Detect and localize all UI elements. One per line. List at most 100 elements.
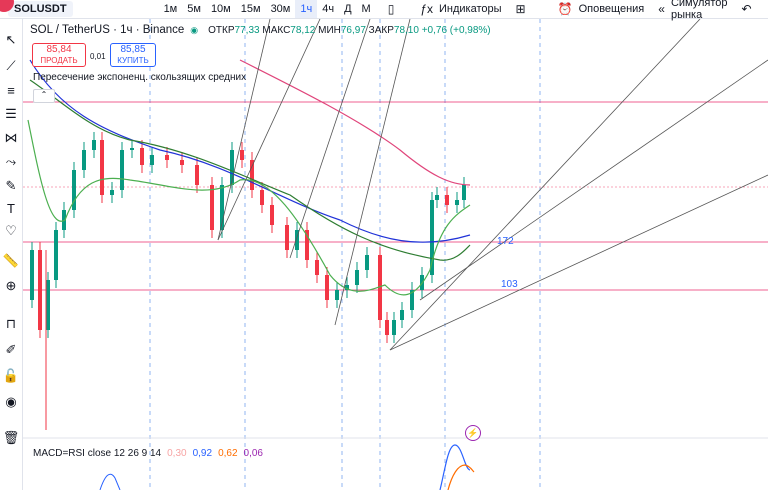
buy-button[interactable]: 85,85 КУПИТЬ	[110, 43, 156, 67]
level-label-upper: 172	[497, 236, 514, 247]
candle-body	[285, 225, 289, 250]
timeframe-day[interactable]: Д	[339, 0, 356, 18]
trend-line	[389, 19, 701, 351]
candle-body	[250, 160, 254, 190]
sell-label: ПРОДАТЬ	[40, 56, 78, 65]
indicators-icon: ƒx	[420, 2, 434, 16]
lightning-icon[interactable]: ⚡	[465, 425, 481, 441]
replay-label: Симулятор рынка	[670, 0, 728, 21]
ruler-icon[interactable]: 📏	[2, 252, 20, 270]
signal-line	[447, 464, 475, 490]
candle-body	[462, 185, 466, 200]
heart-icon[interactable]: ♡	[2, 222, 20, 240]
indicators-button[interactable]: ƒx Индикаторы	[420, 2, 501, 16]
candle-body	[82, 150, 86, 170]
symbol-search[interactable]: SOLUSDT	[8, 1, 73, 17]
trend-line	[289, 19, 371, 259]
open-label: ОТКР	[208, 24, 235, 36]
fib-icon[interactable]: ☰	[2, 105, 20, 123]
candle-body	[195, 165, 199, 185]
hlines-icon[interactable]: ≡	[2, 81, 20, 99]
timeframe-30m[interactable]: 30м	[266, 0, 296, 18]
candle-body	[355, 270, 359, 285]
candle-body	[325, 275, 329, 300]
spread-value: 0,01	[90, 52, 106, 61]
candle-body	[180, 160, 184, 165]
candle-body	[54, 230, 58, 280]
rewind-icon: «	[658, 2, 665, 16]
candle-body	[130, 148, 134, 150]
collapse-legend-button[interactable]: ⌃	[33, 89, 55, 103]
low-value: 76,97	[340, 24, 366, 36]
magnet-icon[interactable]: ⊓	[2, 315, 20, 333]
high-value: 78,12	[290, 24, 316, 36]
candle-body	[38, 250, 42, 330]
ma-line-blue	[29, 59, 471, 243]
timeframe-1h[interactable]: 1ч	[295, 0, 318, 18]
high-label: МАКС	[262, 24, 291, 36]
lock-drawing-icon[interactable]: ✐	[2, 341, 20, 359]
low-label: МИН	[318, 24, 341, 36]
candle-body	[260, 190, 264, 205]
text-icon[interactable]: T	[2, 199, 20, 217]
timeframe-1m[interactable]: 1м	[159, 0, 183, 18]
candle-body	[400, 310, 404, 320]
candle-body	[392, 320, 396, 335]
drawing-toolbar: ↖ ⟋ ≡ ☰ ⋈ ⤳ ✎ T ♡ 📏 ⊕ ⊓ ✐ 🔓 ◉ 🗑	[0, 19, 23, 490]
buy-label: КУПИТЬ	[117, 56, 149, 65]
trash-icon[interactable]: 🗑	[2, 429, 20, 447]
cursor-icon[interactable]: ↖	[2, 31, 20, 49]
candle-body	[270, 205, 274, 225]
candle-body	[210, 185, 214, 230]
indicators-label: Индикаторы	[439, 3, 502, 15]
candle-body	[385, 320, 389, 335]
level-label-lower: 103	[501, 279, 518, 290]
sell-price: 85,84	[46, 44, 72, 55]
candle-body	[435, 195, 439, 200]
close-label: ЗАКР	[368, 24, 394, 36]
candle-body	[240, 150, 244, 160]
candle-body	[120, 150, 124, 190]
grid-icon: ⊞	[515, 2, 526, 16]
prediction-icon[interactable]: ⤳	[2, 153, 20, 171]
ma-line-pink	[239, 59, 471, 186]
zoom-in-icon[interactable]: ⊕	[2, 277, 20, 295]
lock-icon[interactable]: 🔓	[2, 367, 20, 385]
candle-body	[46, 280, 50, 330]
eye-icon[interactable]: ◉	[2, 393, 20, 411]
timeframe-15m[interactable]: 15м	[236, 0, 266, 18]
chart-type-button[interactable]: ▯	[388, 2, 401, 16]
candle-body	[30, 250, 34, 300]
alarm-icon: ⏰	[557, 2, 573, 16]
candle-body	[445, 195, 449, 205]
timeframe-month[interactable]: М	[357, 0, 376, 18]
layouts-button[interactable]: ⊞	[516, 2, 532, 16]
candle-body	[140, 148, 144, 165]
undo-button[interactable]: ↶	[742, 2, 758, 16]
alerts-label: Оповещения	[578, 3, 645, 15]
brush-icon[interactable]: ✎	[2, 177, 20, 195]
candle-body	[335, 290, 339, 300]
timeframe-5m[interactable]: 5м	[182, 0, 206, 18]
candle-body	[315, 260, 319, 275]
top-toolbar: SOLUSDT 1м 5м 10м 15м 30м 1ч 4ч Д М ▯ ƒx…	[0, 0, 768, 21]
market-open-icon: ◉	[190, 24, 199, 35]
candle-body	[165, 155, 169, 160]
buy-price: 85,85	[120, 44, 146, 55]
trendline-icon[interactable]: ⟋	[2, 57, 20, 75]
pattern-icon[interactable]: ⋈	[2, 129, 20, 147]
close-value: 78,10	[393, 24, 419, 36]
macd-label[interactable]: MACD=RSI close 12 26 9 14	[33, 448, 161, 459]
replay-button[interactable]: « Симулятор рынка	[658, 0, 727, 21]
symbol-title[interactable]: SOL / TetherUS · 1ч · Binance	[30, 24, 184, 36]
macd-value-1: 0,30	[167, 448, 187, 459]
change-value: +0,76 (+0,98%)	[421, 24, 491, 36]
timeframe-10m[interactable]: 10м	[206, 0, 236, 18]
macd-legend: MACD=RSI close 12 26 9 14 0,30 0,92 0,62…	[33, 448, 263, 459]
macd-value-4: 0,06	[243, 448, 263, 459]
alerts-button[interactable]: ⏰ Оповещения	[558, 2, 645, 16]
sell-button[interactable]: 85,84 ПРОДАТЬ	[32, 43, 86, 67]
study-label[interactable]: Пересечение экспоненц. скользящих средни…	[33, 72, 246, 83]
price-chart[interactable]	[23, 19, 768, 490]
timeframe-4h[interactable]: 4ч	[317, 0, 339, 18]
